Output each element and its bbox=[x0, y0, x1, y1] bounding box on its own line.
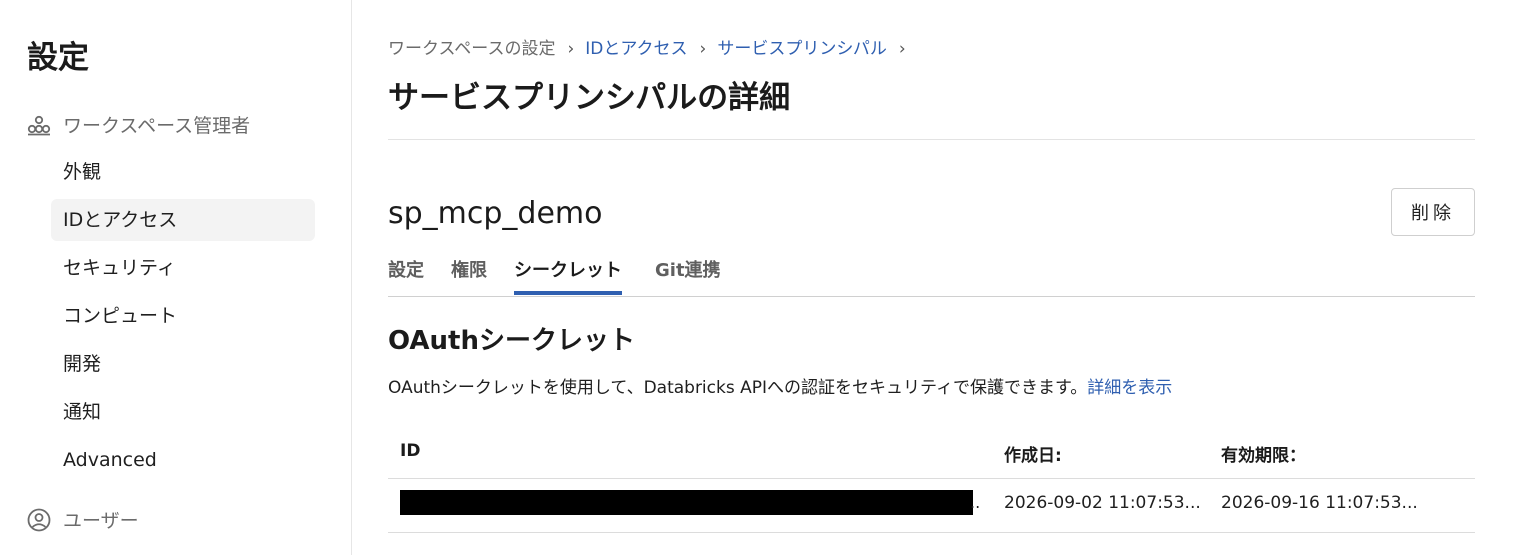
sidebar-item-identity-access[interactable]: IDとアクセス bbox=[51, 199, 315, 241]
sidebar-section-label: ワークスペース管理者 bbox=[63, 115, 251, 137]
tab-secrets[interactable]: シークレット bbox=[514, 256, 622, 295]
sidebar-item-compute[interactable]: コンピュート bbox=[51, 295, 315, 337]
redacted-secret-id bbox=[400, 490, 973, 515]
oauth-description: OAuthシークレットを使用して、Databricks APIへの認証をセキュリ… bbox=[388, 373, 1172, 398]
tab-settings[interactable]: 設定 bbox=[388, 256, 424, 296]
group-icon bbox=[26, 112, 52, 138]
sidebar-section-workspace-admin[interactable]: ワークスペース管理者 bbox=[26, 111, 250, 138]
sidebar-section-user[interactable]: ユーザー bbox=[26, 506, 139, 533]
sidebar-item-security[interactable]: セキュリティ bbox=[51, 247, 315, 289]
breadcrumb-identity-access[interactable]: IDとアクセス bbox=[585, 39, 687, 59]
expiry-date-cell: 2026-09-16 11:07:53... bbox=[1221, 493, 1418, 513]
sidebar-item-development[interactable]: 開発 bbox=[51, 343, 315, 385]
user-circle-icon bbox=[26, 507, 52, 533]
sidebar: 設定 ワークスペース管理者 外観 IDとアクセス セキュリティ コンピュート 開… bbox=[0, 0, 352, 555]
tab-permissions[interactable]: 権限 bbox=[451, 256, 487, 296]
secret-id-ellipsis: .. bbox=[970, 493, 981, 512]
breadcrumb-separator: › bbox=[898, 39, 906, 59]
sidebar-title: 設定 bbox=[27, 40, 89, 76]
secrets-table: ID 作成日: 有効期限： 2026-09-02 11:07:53... 202… bbox=[388, 429, 1475, 533]
divider bbox=[388, 139, 1475, 140]
column-header-expires: 有効期限： bbox=[1221, 446, 1306, 466]
delete-button[interactable]: 削除 bbox=[1391, 188, 1475, 236]
tab-bar: 設定 権限 シークレット Git連携 bbox=[388, 256, 1475, 297]
breadcrumb-workspace-settings[interactable]: ワークスペースの設定 bbox=[388, 39, 555, 59]
sidebar-item-advanced[interactable]: Advanced bbox=[51, 439, 315, 481]
sidebar-section-label: ユーザー bbox=[63, 510, 139, 532]
learn-more-link[interactable]: 詳細を表示 bbox=[1087, 378, 1172, 398]
breadcrumb-service-principals[interactable]: サービスプリンシパル bbox=[717, 39, 887, 59]
breadcrumb-separator: › bbox=[699, 39, 707, 59]
breadcrumb: ワークスペースの設定 › IDとアクセス › サービスプリンシパル › bbox=[388, 34, 917, 59]
service-principal-name: sp_mcp_demo bbox=[388, 196, 603, 231]
column-header-id: ID bbox=[400, 441, 421, 461]
sidebar-item-notifications[interactable]: 通知 bbox=[51, 391, 315, 433]
column-header-created: 作成日: bbox=[1004, 446, 1062, 466]
table-header-row: ID 作成日: 有効期限： bbox=[388, 429, 1475, 479]
created-date-cell: 2026-09-02 11:07:53... bbox=[1004, 493, 1201, 513]
oauth-description-text: OAuthシークレットを使用して、Databricks APIへの認証をセキュリ… bbox=[388, 378, 1088, 398]
oauth-section-title: OAuthシークレット bbox=[388, 326, 635, 356]
sidebar-item-appearance[interactable]: 外観 bbox=[51, 151, 315, 193]
page-title: サービスプリンシパルの詳細 bbox=[388, 80, 791, 116]
breadcrumb-separator: › bbox=[567, 39, 575, 59]
tab-git-integration[interactable]: Git連携 bbox=[655, 256, 721, 296]
